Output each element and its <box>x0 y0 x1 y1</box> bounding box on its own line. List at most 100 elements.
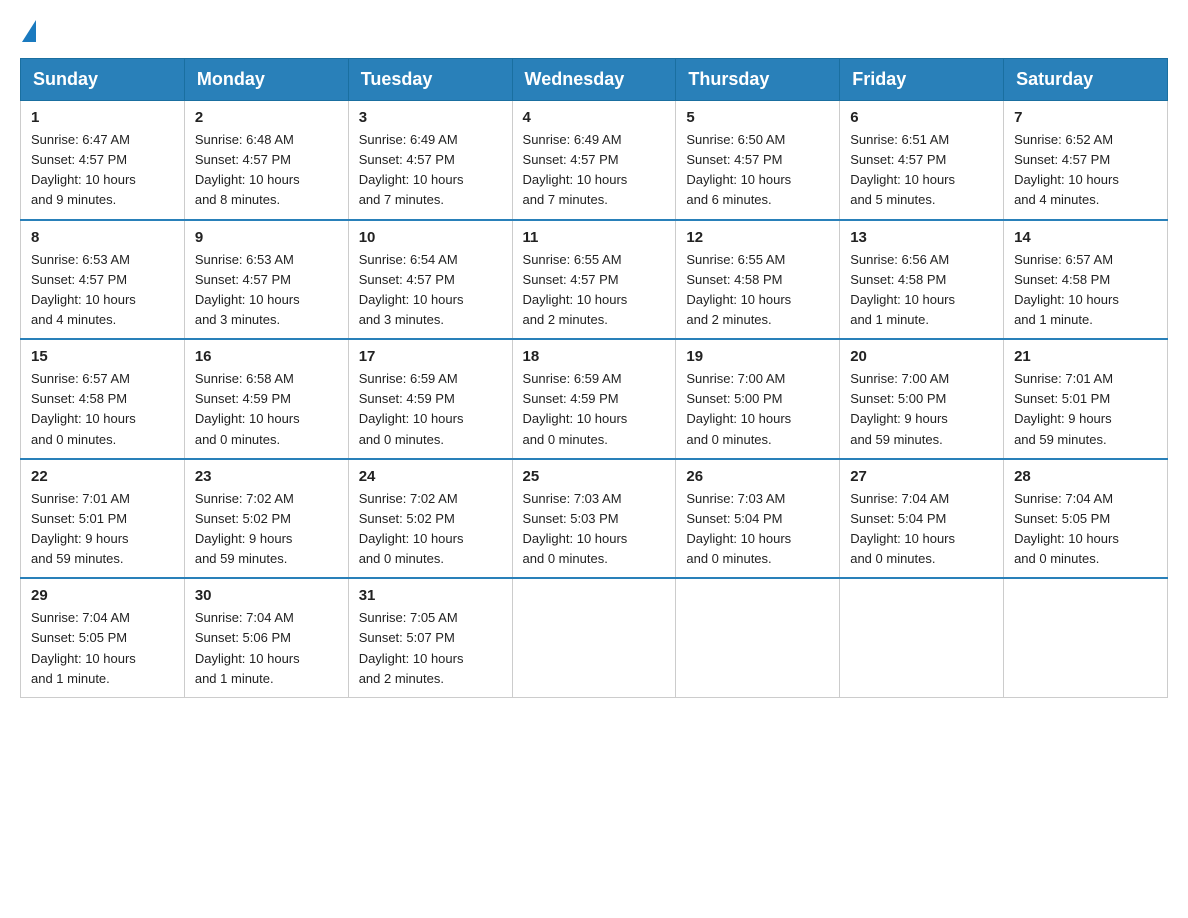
day-number: 29 <box>31 587 174 604</box>
day-number: 12 <box>686 229 829 246</box>
day-number: 6 <box>850 109 993 126</box>
calendar-day-cell: 5 Sunrise: 6:50 AMSunset: 4:57 PMDayligh… <box>676 101 840 220</box>
day-number: 26 <box>686 468 829 485</box>
calendar-day-cell: 14 Sunrise: 6:57 AMSunset: 4:58 PMDaylig… <box>1004 220 1168 340</box>
calendar-day-cell: 17 Sunrise: 6:59 AMSunset: 4:59 PMDaylig… <box>348 339 512 459</box>
calendar-day-cell: 12 Sunrise: 6:55 AMSunset: 4:58 PMDaylig… <box>676 220 840 340</box>
calendar-day-cell: 27 Sunrise: 7:04 AMSunset: 5:04 PMDaylig… <box>840 459 1004 579</box>
day-info: Sunrise: 7:04 AMSunset: 5:06 PMDaylight:… <box>195 610 300 685</box>
day-info: Sunrise: 6:59 AMSunset: 4:59 PMDaylight:… <box>359 371 464 446</box>
calendar-week-row: 29 Sunrise: 7:04 AMSunset: 5:05 PMDaylig… <box>21 578 1168 697</box>
day-info: Sunrise: 6:56 AMSunset: 4:58 PMDaylight:… <box>850 252 955 327</box>
calendar-week-row: 8 Sunrise: 6:53 AMSunset: 4:57 PMDayligh… <box>21 220 1168 340</box>
day-info: Sunrise: 7:04 AMSunset: 5:05 PMDaylight:… <box>31 610 136 685</box>
calendar-day-cell: 18 Sunrise: 6:59 AMSunset: 4:59 PMDaylig… <box>512 339 676 459</box>
day-number: 23 <box>195 468 338 485</box>
day-number: 30 <box>195 587 338 604</box>
day-number: 25 <box>523 468 666 485</box>
calendar-day-cell: 29 Sunrise: 7:04 AMSunset: 5:05 PMDaylig… <box>21 578 185 697</box>
calendar-day-cell: 24 Sunrise: 7:02 AMSunset: 5:02 PMDaylig… <box>348 459 512 579</box>
day-number: 18 <box>523 348 666 365</box>
day-number: 13 <box>850 229 993 246</box>
day-info: Sunrise: 7:02 AMSunset: 5:02 PMDaylight:… <box>195 491 294 566</box>
day-info: Sunrise: 6:59 AMSunset: 4:59 PMDaylight:… <box>523 371 628 446</box>
day-info: Sunrise: 7:01 AMSunset: 5:01 PMDaylight:… <box>31 491 130 566</box>
day-number: 1 <box>31 109 174 126</box>
calendar-day-header: Friday <box>840 59 1004 101</box>
day-info: Sunrise: 7:04 AMSunset: 5:04 PMDaylight:… <box>850 491 955 566</box>
calendar-day-cell: 23 Sunrise: 7:02 AMSunset: 5:02 PMDaylig… <box>184 459 348 579</box>
calendar-day-cell <box>840 578 1004 697</box>
day-info: Sunrise: 6:52 AMSunset: 4:57 PMDaylight:… <box>1014 132 1119 207</box>
calendar-day-cell: 30 Sunrise: 7:04 AMSunset: 5:06 PMDaylig… <box>184 578 348 697</box>
day-number: 15 <box>31 348 174 365</box>
day-info: Sunrise: 6:47 AMSunset: 4:57 PMDaylight:… <box>31 132 136 207</box>
calendar-day-cell: 15 Sunrise: 6:57 AMSunset: 4:58 PMDaylig… <box>21 339 185 459</box>
day-info: Sunrise: 6:49 AMSunset: 4:57 PMDaylight:… <box>523 132 628 207</box>
day-info: Sunrise: 7:05 AMSunset: 5:07 PMDaylight:… <box>359 610 464 685</box>
calendar-day-cell: 11 Sunrise: 6:55 AMSunset: 4:57 PMDaylig… <box>512 220 676 340</box>
day-info: Sunrise: 6:53 AMSunset: 4:57 PMDaylight:… <box>195 252 300 327</box>
calendar-day-cell: 13 Sunrise: 6:56 AMSunset: 4:58 PMDaylig… <box>840 220 1004 340</box>
calendar-day-header: Saturday <box>1004 59 1168 101</box>
day-info: Sunrise: 6:49 AMSunset: 4:57 PMDaylight:… <box>359 132 464 207</box>
day-info: Sunrise: 7:01 AMSunset: 5:01 PMDaylight:… <box>1014 371 1113 446</box>
day-info: Sunrise: 6:57 AMSunset: 4:58 PMDaylight:… <box>1014 252 1119 327</box>
day-info: Sunrise: 7:03 AMSunset: 5:03 PMDaylight:… <box>523 491 628 566</box>
day-number: 21 <box>1014 348 1157 365</box>
day-info: Sunrise: 6:58 AMSunset: 4:59 PMDaylight:… <box>195 371 300 446</box>
day-number: 27 <box>850 468 993 485</box>
day-number: 9 <box>195 229 338 246</box>
calendar-day-header: Wednesday <box>512 59 676 101</box>
calendar-table: SundayMondayTuesdayWednesdayThursdayFrid… <box>20 58 1168 698</box>
day-number: 31 <box>359 587 502 604</box>
calendar-day-cell: 25 Sunrise: 7:03 AMSunset: 5:03 PMDaylig… <box>512 459 676 579</box>
day-number: 16 <box>195 348 338 365</box>
calendar-day-cell <box>1004 578 1168 697</box>
calendar-day-cell: 8 Sunrise: 6:53 AMSunset: 4:57 PMDayligh… <box>21 220 185 340</box>
day-number: 14 <box>1014 229 1157 246</box>
calendar-day-cell: 16 Sunrise: 6:58 AMSunset: 4:59 PMDaylig… <box>184 339 348 459</box>
calendar-day-cell: 2 Sunrise: 6:48 AMSunset: 4:57 PMDayligh… <box>184 101 348 220</box>
day-info: Sunrise: 7:00 AMSunset: 5:00 PMDaylight:… <box>686 371 791 446</box>
day-info: Sunrise: 7:03 AMSunset: 5:04 PMDaylight:… <box>686 491 791 566</box>
day-number: 20 <box>850 348 993 365</box>
calendar-day-cell: 21 Sunrise: 7:01 AMSunset: 5:01 PMDaylig… <box>1004 339 1168 459</box>
calendar-day-header: Tuesday <box>348 59 512 101</box>
calendar-day-header: Monday <box>184 59 348 101</box>
calendar-day-cell: 20 Sunrise: 7:00 AMSunset: 5:00 PMDaylig… <box>840 339 1004 459</box>
logo-triangle-icon <box>22 20 36 42</box>
logo <box>20 20 38 38</box>
calendar-week-row: 22 Sunrise: 7:01 AMSunset: 5:01 PMDaylig… <box>21 459 1168 579</box>
day-info: Sunrise: 6:50 AMSunset: 4:57 PMDaylight:… <box>686 132 791 207</box>
day-number: 2 <box>195 109 338 126</box>
calendar-day-cell: 19 Sunrise: 7:00 AMSunset: 5:00 PMDaylig… <box>676 339 840 459</box>
calendar-week-row: 1 Sunrise: 6:47 AMSunset: 4:57 PMDayligh… <box>21 101 1168 220</box>
calendar-day-cell: 22 Sunrise: 7:01 AMSunset: 5:01 PMDaylig… <box>21 459 185 579</box>
calendar-day-cell: 31 Sunrise: 7:05 AMSunset: 5:07 PMDaylig… <box>348 578 512 697</box>
calendar-day-cell: 1 Sunrise: 6:47 AMSunset: 4:57 PMDayligh… <box>21 101 185 220</box>
day-number: 3 <box>359 109 502 126</box>
calendar-day-cell: 26 Sunrise: 7:03 AMSunset: 5:04 PMDaylig… <box>676 459 840 579</box>
day-info: Sunrise: 6:53 AMSunset: 4:57 PMDaylight:… <box>31 252 136 327</box>
calendar-day-cell: 3 Sunrise: 6:49 AMSunset: 4:57 PMDayligh… <box>348 101 512 220</box>
day-number: 4 <box>523 109 666 126</box>
calendar-header-row: SundayMondayTuesdayWednesdayThursdayFrid… <box>21 59 1168 101</box>
day-number: 5 <box>686 109 829 126</box>
day-number: 19 <box>686 348 829 365</box>
day-info: Sunrise: 6:57 AMSunset: 4:58 PMDaylight:… <box>31 371 136 446</box>
day-number: 7 <box>1014 109 1157 126</box>
calendar-day-header: Sunday <box>21 59 185 101</box>
day-info: Sunrise: 7:02 AMSunset: 5:02 PMDaylight:… <box>359 491 464 566</box>
calendar-day-cell: 6 Sunrise: 6:51 AMSunset: 4:57 PMDayligh… <box>840 101 1004 220</box>
day-number: 22 <box>31 468 174 485</box>
day-info: Sunrise: 7:04 AMSunset: 5:05 PMDaylight:… <box>1014 491 1119 566</box>
calendar-day-cell: 7 Sunrise: 6:52 AMSunset: 4:57 PMDayligh… <box>1004 101 1168 220</box>
day-info: Sunrise: 6:54 AMSunset: 4:57 PMDaylight:… <box>359 252 464 327</box>
day-info: Sunrise: 6:55 AMSunset: 4:57 PMDaylight:… <box>523 252 628 327</box>
day-info: Sunrise: 6:48 AMSunset: 4:57 PMDaylight:… <box>195 132 300 207</box>
calendar-day-cell: 9 Sunrise: 6:53 AMSunset: 4:57 PMDayligh… <box>184 220 348 340</box>
calendar-day-cell <box>512 578 676 697</box>
calendar-day-cell: 28 Sunrise: 7:04 AMSunset: 5:05 PMDaylig… <box>1004 459 1168 579</box>
day-number: 8 <box>31 229 174 246</box>
